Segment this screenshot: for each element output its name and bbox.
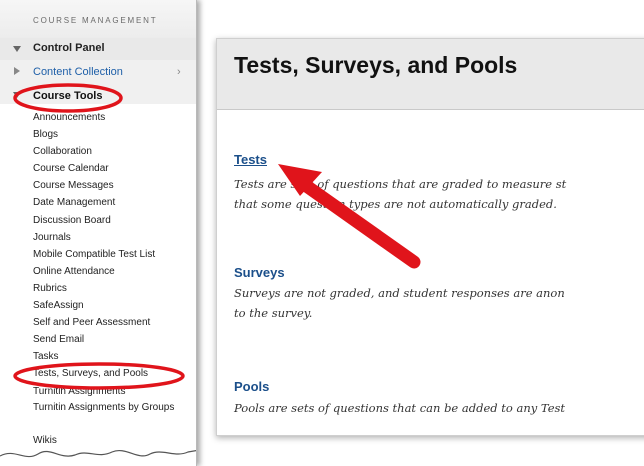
tool-item-turnitin-assignments[interactable]: Turnitin Assignments xyxy=(33,385,193,402)
collapse-right-icon xyxy=(14,67,20,75)
tool-item-tests-surveys-pools[interactable]: Tests, Surveys, and Pools xyxy=(33,367,193,384)
torn-edge xyxy=(0,450,196,466)
control-panel-label: Control Panel xyxy=(33,42,105,54)
surveys-heading[interactable]: Surveys xyxy=(234,265,285,280)
tool-item-discussion-board[interactable]: Discussion Board xyxy=(33,214,193,231)
tests-description-line2: that some question types are not automat… xyxy=(234,197,557,211)
pools-description: Pools are sets of questions that can be … xyxy=(234,398,644,418)
tests-surveys-pools-page: Tests, Surveys, and Pools Tests Tests ar… xyxy=(216,38,644,436)
tool-item-course-calendar[interactable]: Course Calendar xyxy=(33,162,193,179)
tool-item-journals[interactable]: Journals xyxy=(33,231,193,248)
tool-item-course-messages[interactable]: Course Messages xyxy=(33,179,193,196)
page-header: Tests, Surveys, and Pools xyxy=(217,39,644,110)
tool-item-self-and-peer-assessment[interactable]: Self and Peer Assessment xyxy=(33,316,193,333)
pools-description-line1: Pools are sets of questions that can be … xyxy=(234,401,566,415)
tool-item-announcements[interactable]: Announcements xyxy=(33,111,193,128)
surveys-description: Surveys are not graded, and student resp… xyxy=(234,283,644,323)
content-collection-item[interactable]: Content Collection › xyxy=(0,60,196,82)
tests-description: Tests are sets of questions that are gra… xyxy=(234,174,644,214)
tool-item-safeassign[interactable]: SafeAssign xyxy=(33,299,193,316)
tool-item-mobile-compatible-test-list[interactable]: Mobile Compatible Test List xyxy=(33,248,193,265)
content-collection-label: Content Collection xyxy=(33,66,123,78)
tests-link[interactable]: Tests xyxy=(234,152,267,167)
control-panel-item[interactable]: Control Panel xyxy=(0,38,196,60)
surveys-description-line2: to the survey. xyxy=(234,306,313,320)
course-menu-panel: COURSE MANAGEMENT Control Panel Content … xyxy=(0,0,197,466)
course-management-header: COURSE MANAGEMENT xyxy=(0,0,196,40)
tool-item-send-email[interactable]: Send Email xyxy=(33,333,193,350)
course-tools-label: Course Tools xyxy=(33,90,103,102)
tool-item-tasks[interactable]: Tasks xyxy=(33,350,193,367)
tool-item-online-attendance[interactable]: Online Attendance xyxy=(33,265,193,282)
page-title: Tests, Surveys, and Pools xyxy=(234,52,518,78)
tool-item-rubrics[interactable]: Rubrics xyxy=(33,282,193,299)
expand-down-icon xyxy=(13,92,21,98)
expand-down-icon xyxy=(13,46,21,52)
tool-item-turnitin-assignments-by-groups[interactable]: Turnitin Assignments by Groups xyxy=(33,402,193,434)
tool-item-date-management[interactable]: Date Management xyxy=(33,196,193,213)
surveys-description-line1: Surveys are not graded, and student resp… xyxy=(234,286,565,300)
tool-item-collaboration[interactable]: Collaboration xyxy=(33,145,193,162)
course-tools-item[interactable]: Course Tools xyxy=(0,82,196,104)
course-tools-list: Announcements Blogs Collaboration Course… xyxy=(33,111,193,451)
tests-description-line1: Tests are sets of questions that are gra… xyxy=(234,177,567,191)
course-management-label: COURSE MANAGEMENT xyxy=(33,16,158,25)
tool-item-blogs[interactable]: Blogs xyxy=(33,128,193,145)
chevron-right-icon: › xyxy=(177,66,181,78)
pools-heading[interactable]: Pools xyxy=(234,379,269,394)
